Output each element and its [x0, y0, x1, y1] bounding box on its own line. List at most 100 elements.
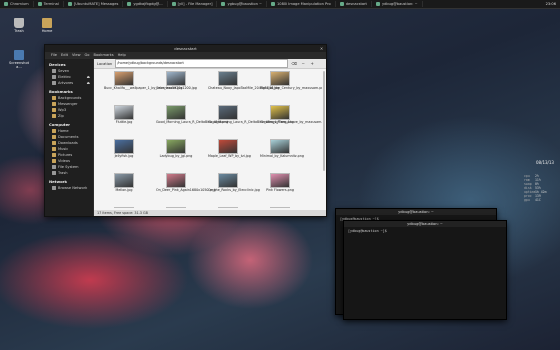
file-item[interactable]: Fight_of_the_Century_by_maxusam.png [260, 71, 322, 91]
zoom-in-icon[interactable]: + [309, 61, 315, 66]
drive-icon [52, 75, 56, 79]
folder-icon [171, 2, 176, 6]
folder-icon [52, 102, 56, 106]
desktop-icon-home[interactable]: Home [34, 18, 60, 33]
conky-date: 08/13/13 [536, 160, 554, 165]
taskbar-item-image-editor[interactable]: 1080i Image Manipulation Pro [267, 1, 336, 7]
file-item[interactable]: Minimal_by_Kalumnitz.png [260, 139, 304, 159]
file-name: Fight_of_the_Century_by_maxusam.png [260, 86, 322, 90]
taskbar-item-terminal[interactable]: Terminal [34, 1, 64, 7]
image-thumbnail [270, 105, 290, 120]
file-item[interactable]: Good_Morning_Laura_R_DeltaBink_Aleo.png [156, 105, 228, 125]
drive-icon [52, 165, 56, 169]
terminal-icon [221, 2, 226, 6]
file-item[interactable]: Jellyfish.jpg [104, 139, 144, 159]
trash-icon [14, 18, 24, 28]
menu-edit[interactable]: Edit [61, 52, 68, 58]
status-bar: 17 items, Free space: 31.3 GB [94, 210, 326, 216]
folder-icon [52, 114, 56, 118]
home-icon [52, 129, 56, 133]
image-file-icon [14, 50, 24, 60]
menu-bar: File Edit View Go Bookmarks Help [45, 52, 326, 58]
menu-bookmarks[interactable]: Bookmarks [94, 52, 114, 58]
taskbar-label: Terminal [43, 2, 59, 6]
sidebar-heading-devices: Devices [49, 62, 66, 67]
system-monitor: cpu 2% ram 11% swap 0% disk 53% uptime 1h 42m proc… [524, 174, 558, 202]
taskbar-item-desnacstart[interactable]: desnacstart [336, 1, 372, 7]
file-item[interactable] [104, 207, 144, 208]
taskbar-item-messages[interactable]: [UbuntuMATE] Messages [64, 1, 124, 7]
file-item[interactable]: Fluttie.jpg [104, 105, 144, 125]
folder-icon [52, 159, 56, 163]
image-thumbnail [114, 173, 134, 188]
app-icon [127, 2, 132, 6]
desktop-icon-screenshot[interactable]: Screenshot a... [6, 50, 32, 69]
taskbar-label: ygdkajfbgdg@... [133, 2, 163, 6]
clear-location-icon[interactable]: ⌫ [291, 61, 297, 66]
taskbar-item-terminal-2[interactable]: ygbug@baustion ~ [217, 1, 267, 7]
image-thumbnail [166, 105, 186, 120]
file-item[interactable]: Greetings_From_Above_by_maxusam.png [260, 105, 322, 125]
file-item[interactable]: Maple_Leaf_WP_by_tzi.jpg [208, 139, 251, 159]
file-item[interactable] [156, 207, 196, 208]
file-item[interactable]: Good_Morning_Laura_R_DeltaBink_Aleo_byTa… [208, 105, 294, 125]
window-titlebar[interactable]: desnacstart ✕ [45, 45, 326, 52]
drive-icon [52, 81, 56, 85]
monitor-value: 41C [535, 198, 541, 202]
image-thumbnail [166, 207, 186, 208]
file-item[interactable] [208, 207, 248, 208]
close-icon[interactable]: ✕ [319, 46, 324, 51]
file-item[interactable]: Pink Flowers.png [260, 173, 300, 193]
file-name: Chateau_Nooy_JapoTaaMile_2048x1000.jpg [208, 86, 280, 90]
taskbar-label: ydbug@baustion: ~ [381, 2, 418, 6]
image-thumbnail [270, 173, 290, 188]
sidebar-heading-computer: Computer [49, 122, 71, 127]
image-thumbnail [114, 207, 134, 208]
taskbar-item-chromium[interactable]: Chromium [0, 1, 34, 7]
taskbar-item-file-manager[interactable]: [yll] - File Manager] [168, 1, 218, 7]
sidebar-heading-network: Network [49, 179, 68, 184]
file-item[interactable]: On_Deer_Pink_Again1680x1050.png [156, 173, 216, 193]
zoom-out-icon[interactable]: − [300, 61, 306, 66]
file-item[interactable] [260, 207, 300, 208]
eject-icon[interactable]: ⏏ [87, 80, 90, 86]
sidebar: Devices Seven Elektro ⏏ Artvores ⏏ Bookmar… [45, 59, 93, 216]
taskbar-label: ygbug@baustion ~ [227, 2, 262, 6]
sidebar-item-artvores[interactable]: Artvores ⏏ [45, 80, 93, 86]
menu-help[interactable]: Help [118, 52, 126, 58]
location-bar: Location ⌫ − + [94, 59, 326, 69]
file-item[interactable]: Mellon.jpg [104, 173, 144, 193]
trash-icon [52, 171, 56, 175]
location-label: Location [97, 61, 113, 66]
menu-file[interactable]: File [51, 52, 57, 58]
sidebar-item-zip[interactable]: Zip [45, 113, 93, 119]
sidebar-item-browse-network[interactable]: Browse Network [45, 185, 93, 191]
folder-icon [52, 135, 56, 139]
menu-view[interactable]: View [72, 52, 81, 58]
taskbar-item-terminal-3[interactable]: ydbug@baustion: ~ [372, 1, 423, 7]
image-thumbnail [166, 173, 186, 188]
image-thumbnail [114, 105, 134, 120]
file-item[interactable]: Calmness1920x1200.jpg [156, 71, 197, 91]
sidebar-item-trash[interactable]: Trash [45, 170, 93, 176]
file-name: Pink Flowers.png [266, 188, 294, 192]
location-input[interactable] [115, 59, 289, 68]
taskbar-clock[interactable]: 23:06 [546, 0, 556, 8]
taskbar-label: [yll] - File Manager] [177, 2, 213, 6]
image-thumbnail [218, 71, 238, 86]
image-thumbnail [114, 71, 134, 86]
file-view: Location ⌫ − + Bucc_Khalifa___wallpaper_… [94, 59, 326, 216]
file-name: Maple_Leaf_WP_by_tzi.jpg [208, 154, 251, 158]
terminal-window-front[interactable]: ydbug@baustion: ~ [ydbug@baustion ~]$ [343, 220, 507, 320]
terminal-prompt[interactable]: [ydbug@baustion ~]$ [344, 227, 506, 235]
desktop-icon-trash[interactable]: Trash [6, 18, 32, 33]
scrollbar[interactable] [323, 71, 325, 171]
file-item[interactable]: Ladybug_by_jgi.png [156, 139, 196, 159]
app-icon [4, 2, 8, 6]
taskbar-item-browser[interactable]: ygdkajfbgdg@... [123, 1, 168, 7]
menu-go[interactable]: Go [85, 52, 90, 58]
terminal-icon [375, 2, 380, 6]
file-item[interactable]: On_the_Rocks_by_Elecclinic.jpg [208, 173, 260, 193]
file-item[interactable]: Chateau_Nooy_JapoTaaMile_2048x1000.jpg [208, 71, 280, 91]
file-item[interactable]: Bucc_Khalifa___wallpaper_1_by_mox_laseke… [104, 71, 182, 91]
